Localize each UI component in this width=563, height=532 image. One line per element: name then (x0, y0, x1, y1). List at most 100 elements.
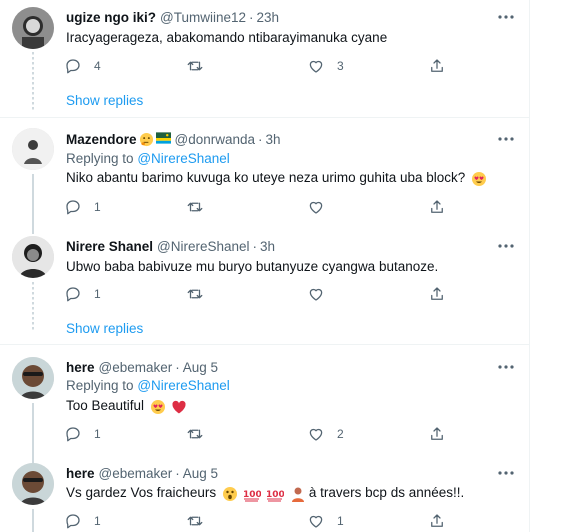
thread-line (32, 509, 34, 532)
like-button[interactable]: 2 (307, 424, 344, 444)
retweet-icon (186, 57, 204, 75)
author-name[interactable]: Nirere Shanel (66, 239, 153, 254)
reply-button[interactable]: 1 (64, 424, 101, 444)
author-name[interactable]: Mazendore (66, 132, 137, 147)
replying-to: Replying to @NirereShanel (66, 378, 230, 393)
share-icon (428, 198, 446, 216)
tweet-text-after: à travers bcp ds années!!. (308, 485, 465, 500)
red-heart-icon (171, 399, 186, 414)
tweet-5[interactable]: here @ebemaker · Aug 5 Vs gardez Vos fra… (0, 453, 529, 532)
like-button[interactable] (307, 284, 325, 304)
share-button[interactable] (428, 511, 446, 531)
author-name[interactable]: ugize ngo iki? (66, 10, 156, 25)
author-handle[interactable]: @NirereShanel (157, 239, 250, 254)
conversation-thread: ugize ngo iki? @Tumwiine12 · 23h Iracyag… (0, 0, 563, 532)
tweet-text: Iracyagerageza, abakomando ntibarayimanu… (66, 30, 388, 45)
share-icon (428, 425, 446, 443)
more-icon[interactable] (497, 464, 515, 482)
tweet-2[interactable]: Mazendore @donrwanda · 3h Replying to @N… (0, 118, 529, 234)
reply-count: 1 (94, 200, 101, 214)
reply-icon (64, 198, 82, 216)
retweet-icon (186, 285, 204, 303)
retweet-icon (186, 425, 204, 443)
like-button[interactable] (307, 197, 325, 217)
person-bowing-icon (290, 486, 305, 502)
replying-to-handle[interactable]: @NirereShanel (137, 378, 230, 393)
retweet-button[interactable] (186, 284, 204, 304)
avatar-tumwiine12[interactable] (12, 7, 54, 49)
avatar-nireresshanel[interactable] (12, 236, 54, 278)
like-icon (307, 57, 325, 75)
timestamp[interactable]: 23h (256, 10, 279, 25)
share-icon (428, 512, 446, 530)
share-button[interactable] (428, 197, 446, 217)
author-handle[interactable]: @donrwanda (175, 132, 256, 147)
tweet-4[interactable]: here @ebemaker · Aug 5 Replying to @Nire… (0, 345, 529, 463)
like-count: 3 (337, 59, 344, 73)
like-button[interactable]: 3 (307, 56, 344, 76)
timestamp[interactable]: 3h (260, 239, 275, 254)
thread-line (32, 174, 34, 234)
retweet-button[interactable] (186, 197, 204, 217)
separator-dot: · (248, 9, 254, 25)
share-button[interactable] (428, 284, 446, 304)
column-border (529, 0, 530, 532)
tweet-actions: 1 (64, 284, 454, 304)
retweet-button[interactable] (186, 511, 204, 531)
more-icon[interactable] (497, 8, 515, 26)
tweet-text: Ubwo baba babivuze mu buryo butanyuze cy… (66, 259, 439, 274)
share-button[interactable] (428, 56, 446, 76)
like-icon (307, 285, 325, 303)
tweet-text-before: Vs gardez Vos fraicheurs (66, 485, 217, 500)
reply-button[interactable]: 1 (64, 511, 101, 531)
like-icon (307, 512, 325, 530)
author-handle[interactable]: @ebemaker (99, 360, 173, 375)
tweet-3[interactable]: Nirere Shanel @NirereShanel · 3h Ubwo ba… (0, 228, 529, 344)
replying-to: Replying to @NirereShanel (66, 151, 230, 166)
avatar-ebemaker[interactable] (12, 463, 54, 505)
tweet-actions: 4 3 (64, 56, 454, 76)
tweet-header: Mazendore @donrwanda · 3h (66, 130, 509, 148)
tweet-text-content: Too Beautiful (66, 398, 145, 413)
replying-label: Replying to (66, 151, 134, 166)
reply-button[interactable]: 1 (64, 284, 101, 304)
author-handle[interactable]: @ebemaker (99, 466, 173, 481)
show-replies-link[interactable]: Show replies (66, 321, 143, 336)
like-count: 1 (337, 514, 344, 528)
heart-eyes-icon (150, 399, 165, 414)
timestamp[interactable]: Aug 5 (183, 466, 218, 481)
more-icon[interactable] (497, 237, 515, 255)
share-icon (428, 57, 446, 75)
author-handle[interactable]: @Tumwiine12 (160, 10, 246, 25)
reply-count: 1 (94, 514, 101, 528)
rwanda-flag-icon (155, 131, 171, 147)
avatar-ebemaker[interactable] (12, 357, 54, 399)
more-icon[interactable] (497, 130, 515, 148)
show-replies-link[interactable]: Show replies (66, 93, 143, 108)
thinking-face-icon (139, 132, 154, 147)
author-name[interactable]: here (66, 466, 95, 481)
avatar-donrwanda[interactable] (12, 128, 54, 170)
reply-button[interactable]: 4 (64, 56, 101, 76)
timestamp[interactable]: 3h (266, 132, 281, 147)
reply-icon (64, 285, 82, 303)
tweet-1[interactable]: ugize ngo iki? @Tumwiine12 · 23h Iracyag… (0, 0, 529, 112)
author-name[interactable]: here (66, 360, 95, 375)
tweet-header: here @ebemaker · Aug 5 (66, 358, 509, 376)
like-button[interactable]: 1 (307, 511, 344, 531)
like-icon (307, 198, 325, 216)
tweet-text: Niko abantu barimo kuvuga ko uteye neza … (66, 169, 519, 187)
tweet-actions: 1 (64, 197, 454, 217)
separator-dot: · (175, 465, 180, 481)
share-button[interactable] (428, 424, 446, 444)
replying-to-handle[interactable]: @NirereShanel (137, 151, 230, 166)
timestamp[interactable]: Aug 5 (183, 360, 218, 375)
more-icon[interactable] (497, 358, 515, 376)
retweet-button[interactable] (186, 56, 216, 76)
reply-button[interactable]: 1 (64, 197, 101, 217)
retweet-button[interactable] (186, 424, 204, 444)
replying-label: Replying to (66, 378, 134, 393)
thread-line (32, 52, 34, 112)
tweet-text-content: Niko abantu barimo kuvuga ko uteye neza … (66, 170, 466, 185)
hundred-points-icon: 100 (266, 486, 285, 502)
